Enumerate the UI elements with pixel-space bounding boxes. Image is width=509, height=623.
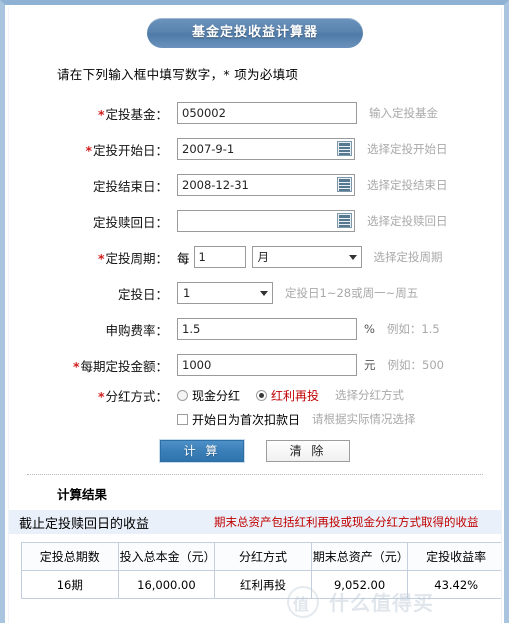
invest-day-value: 1 xyxy=(183,286,191,300)
results-band-label: 截止定投赎回日的收益 xyxy=(19,516,150,532)
chevron-down-icon xyxy=(260,291,268,296)
form-row-redeem-date: 定投赎回日： 选择定投赎回日 xyxy=(9,203,501,239)
period-unit-select[interactable]: 月 xyxy=(251,246,362,268)
chevron-down-icon xyxy=(348,255,357,260)
cell-return-rate: 43.42% xyxy=(407,570,501,599)
label-fee-rate: 申购费率： xyxy=(105,322,168,338)
redeem-date-box xyxy=(177,210,355,232)
period-count-input[interactable] xyxy=(193,246,246,268)
required-marker: * xyxy=(85,142,92,158)
calculator-page: 基金定投收益计算器 请在下列输入框中填写数字，* 项为必填项 *定投基金： 输入… xyxy=(0,0,509,623)
calendar-icon[interactable] xyxy=(337,177,352,192)
redeem-date-input[interactable] xyxy=(177,210,355,232)
checkbox-first-deduction[interactable] xyxy=(177,413,188,425)
label-dividend: *分红方式： xyxy=(97,388,168,404)
hint-redeem-date: 选择定投赎回日 xyxy=(367,214,448,228)
fee-rate-input[interactable] xyxy=(177,318,357,340)
field-first-deduction: 开始日为首次扣款日 请根据实际情况选择 xyxy=(177,411,416,428)
label-cash-dividend[interactable]: 现金分红 xyxy=(192,387,240,404)
label-reinvest-dividend[interactable]: 红利再投 xyxy=(271,387,319,404)
label-first-deduction[interactable]: 开始日为首次扣款日 xyxy=(192,411,300,428)
period-prefix: 每 xyxy=(177,250,190,266)
hint-start-date: 选择定投开始日 xyxy=(367,142,448,156)
required-marker: * xyxy=(97,250,105,266)
label-end-date: 定投结束日： xyxy=(92,178,168,194)
th-dividend-method: 分红方式 xyxy=(214,542,312,571)
required-marker: * xyxy=(97,106,105,122)
field-period: 每 月 选择定投周期 xyxy=(177,246,443,268)
th-final-assets: 期末总资产（元） xyxy=(310,542,409,571)
end-date-input[interactable] xyxy=(177,174,355,196)
cell-dividend-method: 红利再投 xyxy=(214,570,312,599)
hint-invest-day: 定投日1~28或周一~周五 xyxy=(285,286,419,300)
hint-fund: 输入定投基金 xyxy=(369,106,438,120)
field-fund: 输入定投基金 xyxy=(177,102,438,124)
field-invest-day: 1 定投日1~28或周一~周五 xyxy=(177,282,418,304)
label-fund: *定投基金： xyxy=(97,106,168,122)
th-total-principal: 投入总本金（元） xyxy=(117,542,216,571)
unit-percent: % xyxy=(364,322,375,336)
calculator-form: *定投基金： 输入定投基金 *定投开始日： 选择定投开始日 定投结束日： xyxy=(9,95,501,463)
amount-input[interactable] xyxy=(177,354,357,376)
results-band-note: 期末总资产包括红利再投或现金分红方式取得的收益 xyxy=(214,515,479,529)
form-row-end-date: 定投结束日： 选择定投结束日 xyxy=(9,167,501,203)
results-title: 计算结果 xyxy=(57,487,108,502)
title-area: 基金定投收益计算器 xyxy=(9,7,501,48)
hint-amount: 例如：500 xyxy=(387,358,444,372)
field-end-date: 选择定投结束日 xyxy=(177,174,448,196)
end-date-box xyxy=(177,174,355,196)
field-amount: 元 例如：500 xyxy=(177,354,444,376)
field-start-date: 选择定投开始日 xyxy=(177,138,448,160)
form-row-fund: *定投基金： 输入定投基金 xyxy=(9,95,501,131)
label-redeem-date: 定投赎回日： xyxy=(92,214,168,230)
invest-day-select[interactable]: 1 xyxy=(177,282,273,304)
results-table: 定投总期数 投入总本金（元） 分红方式 期末总资产（元） 定投收益率 16期 1… xyxy=(21,542,501,599)
hint-fee-rate: 例如：1.5 xyxy=(386,322,440,336)
radio-cash-dividend[interactable] xyxy=(177,389,188,401)
hint-end-date: 选择定投结束日 xyxy=(367,178,448,192)
results-band: 截止定投赎回日的收益 期末总资产包括红利再投或现金分红方式取得的收益 xyxy=(9,510,501,534)
period-unit-value: 月 xyxy=(257,250,270,264)
cell-final-assets: 9,052.00 xyxy=(310,570,409,599)
clear-button[interactable]: 清 除 xyxy=(265,439,351,463)
hint-period: 选择定投周期 xyxy=(373,250,443,264)
form-row-period: *定投周期： 每 月 选择定投周期 xyxy=(9,239,501,275)
fund-code-input[interactable] xyxy=(177,102,357,124)
table-row: 16期 16,000.00 红利再投 9,052.00 43.42% xyxy=(21,570,501,599)
table-header-row: 定投总期数 投入总本金（元） 分红方式 期末总资产（元） 定投收益率 xyxy=(21,542,501,571)
form-row-fee-rate: 申购费率： % 例如：1.5 xyxy=(9,311,501,347)
calculate-button[interactable]: 计 算 xyxy=(159,439,245,463)
field-dividend: 现金分红 红利再投 选择分红方式 xyxy=(177,387,404,404)
form-row-dividend: *分红方式： 现金分红 红利再投 选择分红方式 xyxy=(9,383,501,407)
form-row-invest-day: 定投日： 1 定投日1~28或周一~周五 xyxy=(9,275,501,311)
calendar-icon[interactable] xyxy=(337,141,352,156)
section-divider xyxy=(27,474,483,475)
page-subtitle: 请在下列输入框中填写数字，* 项为必填项 xyxy=(57,67,299,82)
field-redeem-date: 选择定投赎回日 xyxy=(177,210,448,232)
page-title: 基金定投收益计算器 xyxy=(147,18,363,48)
label-period: *定投周期： xyxy=(97,250,168,266)
calendar-icon[interactable] xyxy=(337,213,352,228)
form-buttons: 计 算 清 除 xyxy=(9,439,501,463)
form-row-start-date: *定投开始日： 选择定投开始日 xyxy=(9,131,501,167)
label-start-date: *定投开始日： xyxy=(85,142,168,158)
start-date-box xyxy=(177,138,355,160)
cell-total-periods: 16期 xyxy=(21,570,119,599)
cell-total-principal: 16,000.00 xyxy=(117,570,216,599)
required-marker: * xyxy=(97,388,105,404)
label-invest-day: 定投日： xyxy=(117,286,168,302)
required-marker: * xyxy=(72,358,80,374)
hint-first-deduction: 请根据实际情况选择 xyxy=(312,412,416,426)
th-return-rate: 定投收益率 xyxy=(407,542,501,571)
start-date-input[interactable] xyxy=(177,138,355,160)
radio-reinvest-dividend[interactable] xyxy=(256,389,268,401)
field-fee-rate: % 例如：1.5 xyxy=(177,318,440,340)
form-row-amount: *每期定投金额： 元 例如：500 xyxy=(9,347,501,383)
unit-yuan: 元 xyxy=(364,358,376,372)
page-inner: 基金定投收益计算器 请在下列输入框中填写数字，* 项为必填项 *定投基金： 输入… xyxy=(8,7,502,623)
form-row-first-deduction: 开始日为首次扣款日 请根据实际情况选择 xyxy=(9,407,501,431)
th-total-periods: 定投总期数 xyxy=(21,542,119,571)
hint-dividend: 选择分红方式 xyxy=(335,388,405,402)
label-amount: *每期定投金额： xyxy=(72,358,168,374)
